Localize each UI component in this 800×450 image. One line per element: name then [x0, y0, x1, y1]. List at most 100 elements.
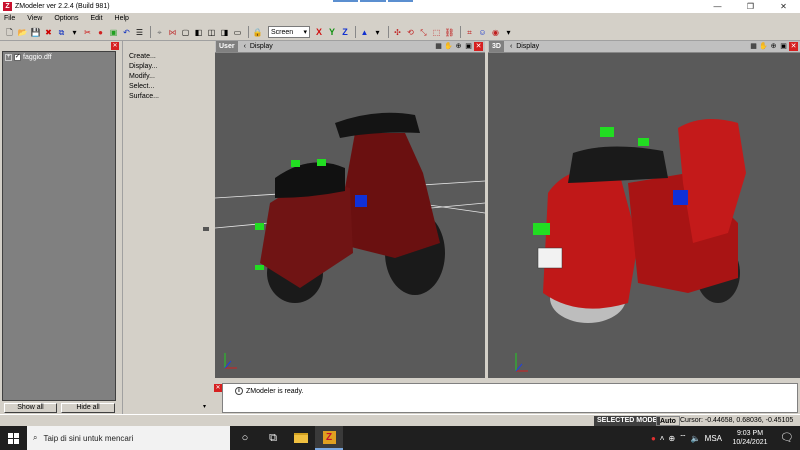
menu-file[interactable]: File: [4, 15, 15, 22]
wifi-icon[interactable]: ⌔: [679, 433, 687, 443]
copy-icon[interactable]: ⧉: [56, 27, 67, 38]
command-panel: Create... Display... Modify... Select...…: [122, 41, 211, 414]
snap-icon[interactable]: ⌗: [464, 27, 475, 38]
undo-icon[interactable]: ↶: [121, 27, 132, 38]
zoom-icon[interactable]: ⊕: [454, 42, 463, 51]
start-button[interactable]: [0, 426, 27, 450]
volume-icon[interactable]: 🔈: [691, 434, 701, 443]
save-icon[interactable]: 💾: [30, 27, 41, 38]
scale-icon[interactable]: ⤡: [418, 27, 429, 38]
command-surface[interactable]: Surface...: [129, 93, 159, 101]
restore-button[interactable]: ❐: [734, 0, 767, 13]
command-create[interactable]: Create...: [129, 53, 159, 61]
material-icon[interactable]: ◉: [490, 27, 501, 38]
arrow-up-icon[interactable]: ▲: [359, 27, 370, 38]
render-icon[interactable]: ●: [95, 27, 106, 38]
maximize-icon[interactable]: ▣: [779, 42, 788, 51]
frame-icon[interactable]: ▭: [232, 27, 243, 38]
task-view-icon[interactable]: ⧉: [259, 426, 287, 450]
viewport-label[interactable]: User: [216, 41, 238, 52]
red-app-icon[interactable]: ●: [651, 434, 656, 443]
grid-icon[interactable]: ▦: [749, 42, 758, 51]
delete-icon[interactable]: ✖: [43, 27, 54, 38]
file-explorer-icon[interactable]: [287, 426, 315, 450]
selected-mode-badge[interactable]: SELECTED MODE: [594, 416, 661, 426]
menu-edit[interactable]: Edit: [90, 15, 102, 22]
viewport-display-menu[interactable]: ‹ Display: [244, 43, 273, 50]
select-icon[interactable]: ⬚: [431, 27, 442, 38]
tree-item-faggio[interactable]: + ✓ faggio.dff: [5, 54, 52, 61]
chevron-down-icon: ▾: [303, 29, 307, 36]
cube-solid-icon[interactable]: ◧: [193, 27, 204, 38]
cube-icon[interactable]: ▢: [180, 27, 191, 38]
rotate-icon[interactable]: ⟲: [405, 27, 416, 38]
pin-icon[interactable]: ⌖: [154, 27, 165, 38]
box-icon[interactable]: ◫: [206, 27, 217, 38]
chevron-up-icon[interactable]: ˄: [660, 434, 665, 443]
axis-y-toggle[interactable]: Y: [326, 26, 338, 38]
show-all-button[interactable]: Show all: [4, 403, 57, 413]
coordinate-mode-select[interactable]: Screen ▾: [268, 26, 310, 38]
app-logo-icon: Z: [3, 2, 12, 11]
close-button[interactable]: ✕: [767, 0, 800, 13]
close-icon[interactable]: ✕: [789, 42, 798, 51]
new-file-icon[interactable]: 🗋: [4, 27, 15, 38]
notification-icon[interactable]: 🗨: [780, 431, 794, 444]
axis-z-toggle[interactable]: Z: [339, 26, 351, 38]
system-tray: ● ˄ ⊕ ⌔ 🔈 MSA: [651, 426, 722, 450]
maximize-icon[interactable]: ▣: [464, 42, 473, 51]
move-icon[interactable]: ✣: [392, 27, 403, 38]
auto-toggle[interactable]: Auto: [656, 416, 680, 426]
hide-all-button[interactable]: Hide all: [61, 403, 115, 413]
command-select[interactable]: Select...: [129, 83, 159, 91]
texture-icon[interactable]: ▣: [108, 27, 119, 38]
command-display[interactable]: Display...: [129, 63, 159, 71]
pan-icon[interactable]: ✋: [444, 42, 453, 51]
language-indicator[interactable]: MSA: [705, 434, 722, 443]
grid-icon[interactable]: ▦: [434, 42, 443, 51]
node-icon[interactable]: ⋈: [167, 27, 178, 38]
menu-view[interactable]: View: [27, 15, 42, 22]
zmodeler-taskbar-icon[interactable]: Z: [315, 426, 343, 450]
open-file-icon[interactable]: 📂: [17, 27, 28, 38]
cut-icon[interactable]: ✂: [82, 27, 93, 38]
viewport-user[interactable]: User ‹ Display ▦ ✋ ⊕ ▣ ✕: [215, 41, 485, 378]
log-output[interactable]: i ZModeler is ready.: [222, 383, 798, 413]
dropdown-icon[interactable]: ▾: [503, 27, 514, 38]
network-icon[interactable]: ⊕: [668, 434, 675, 443]
zoom-icon[interactable]: ⊕: [769, 42, 778, 51]
checkbox-icon[interactable]: ✓: [14, 54, 21, 61]
viewport-header: 3D ‹ Display ▦ ✋ ⊕ ▣ ✕: [488, 41, 800, 53]
close-icon[interactable]: ✕: [111, 42, 119, 50]
list-icon[interactable]: ☰: [134, 27, 145, 38]
coordinate-mode-value: Screen: [271, 28, 294, 36]
link-icon[interactable]: ⛓: [444, 27, 455, 38]
object-tree[interactable]: + ✓ faggio.dff: [2, 51, 116, 401]
command-modify[interactable]: Modify...: [129, 73, 159, 81]
viewport-display-menu[interactable]: ‹ Display: [510, 43, 539, 50]
taskbar-clock[interactable]: 9:03 PM 10/24/2021: [730, 429, 770, 447]
lock-icon[interactable]: 🔒: [252, 27, 263, 38]
viewport-icons: ▦ ✋ ⊕ ▣ ✕: [749, 42, 798, 51]
command-panel-scrollbar[interactable]: ▾: [202, 41, 211, 414]
menu-help[interactable]: Help: [115, 15, 129, 22]
minimize-button[interactable]: —: [701, 0, 734, 13]
menu-options[interactable]: Options: [54, 15, 78, 22]
person-icon[interactable]: ☺: [477, 27, 488, 38]
cortana-icon[interactable]: ○: [231, 426, 259, 450]
paste-icon[interactable]: ▾: [69, 27, 80, 38]
taskbar-search[interactable]: ⌕ Taip di sini untuk mencari: [27, 426, 230, 450]
object-icon[interactable]: ◨: [219, 27, 230, 38]
viewport-label[interactable]: 3D: [489, 41, 504, 52]
clock-time: 9:03 PM: [736, 430, 764, 437]
viewport-3d[interactable]: 3D ‹ Display ▦ ✋ ⊕ ▣ ✕: [488, 41, 800, 378]
close-icon[interactable]: ✕: [474, 42, 483, 51]
close-icon[interactable]: ✕: [214, 384, 222, 392]
object-tree-panel: ✕ + ✓ faggio.dff Show all Hide all: [0, 41, 120, 414]
expand-icon[interactable]: +: [5, 54, 12, 61]
axis-x-toggle[interactable]: X: [313, 26, 325, 38]
toolbar-separator: [150, 26, 151, 38]
dropdown-icon[interactable]: ▾: [372, 27, 383, 38]
toolbar-separator: [248, 26, 249, 38]
pan-icon[interactable]: ✋: [759, 42, 768, 51]
